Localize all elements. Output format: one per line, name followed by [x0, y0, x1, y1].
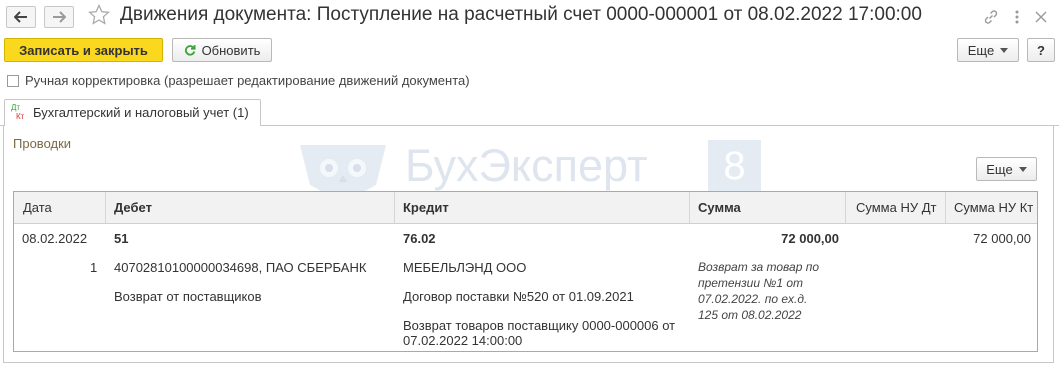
table-header: Дата Дебет Кредит Сумма Сумма НУ Дт Сумм… [14, 192, 1037, 224]
tab-accounting[interactable]: Дт Кт Бухгалтерский и налоговый учет (1) [4, 99, 261, 126]
col-separator [689, 192, 690, 223]
arrow-left-icon [14, 11, 27, 23]
manual-edit-label: Ручная корректировка (разрешает редактир… [25, 73, 470, 88]
more-vertical-icon[interactable] [1006, 6, 1028, 28]
more-button[interactable]: Еще [957, 38, 1019, 62]
row-line-number: 1 [90, 260, 98, 275]
col-separator [945, 192, 946, 223]
save-and-close-button[interactable]: Записать и закрыть [4, 38, 163, 62]
credit-subconto-3: Возврат товаров поставщику 0000-000006 о… [403, 318, 676, 333]
chevron-down-icon [1000, 47, 1009, 53]
kt-label: Кт [16, 112, 25, 121]
debit-subconto-1: 40702810100000034698, ПАО СБЕРБАНК [114, 260, 367, 275]
row-nu-kt: 72 000,00 [973, 231, 1031, 246]
row-content-line-3: 07.02.2022. по ex.д. [698, 292, 808, 306]
row-amount: 72 000,00 [781, 231, 839, 246]
row-date: 08.02.2022 [22, 231, 88, 246]
close-icon[interactable] [1030, 6, 1052, 28]
credit-subconto-2: Договор поставки №520 от 01.09.2021 [403, 289, 634, 304]
refresh-button[interactable]: Обновить [172, 38, 272, 62]
section-more-label: Еще [986, 161, 1013, 177]
col-separator [105, 192, 106, 223]
col-nu-kt[interactable]: Сумма НУ Кт [954, 200, 1033, 215]
col-separator [845, 192, 846, 223]
credit-subconto-1: МЕБЕЛЬЛЭНД ООО [403, 260, 527, 275]
window-title: Движения документа: Поступление на расче… [120, 4, 922, 25]
row-content-line-4: 125 от 08.02.2022 [698, 308, 802, 322]
col-debit[interactable]: Дебет [114, 200, 152, 215]
watermark-badge: 8 [708, 140, 761, 193]
chevron-down-icon [1018, 166, 1027, 172]
col-separator [394, 192, 395, 223]
debit-account: 51 [114, 231, 129, 246]
debit-subconto-2: Возврат от поставщиков [114, 289, 262, 304]
credit-account: 76.02 [403, 231, 436, 246]
watermark-num: 8 [723, 144, 746, 188]
col-credit[interactable]: Кредит [403, 200, 449, 215]
postings-table[interactable]: Дата Дебет Кредит Сумма Сумма НУ Дт Сумм… [13, 191, 1038, 352]
tab-label: Бухгалтерский и налоговый учет (1) [33, 105, 249, 120]
refresh-label: Обновить [201, 42, 261, 58]
help-label: ? [1037, 42, 1045, 58]
col-date[interactable]: Дата [23, 200, 52, 215]
save-and-close-label: Записать и закрыть [19, 42, 148, 58]
help-button[interactable]: ? [1027, 38, 1055, 62]
dt-label: Дт [11, 103, 21, 112]
col-nu-dt[interactable]: Сумма НУ Дт [856, 200, 936, 215]
manual-edit-checkbox[interactable] [7, 75, 19, 87]
section-label: Проводки [13, 136, 72, 151]
refresh-icon [184, 45, 196, 56]
dt-kt-icon: Дт Кт [11, 103, 31, 123]
row-content-line-2: претензии №1 от [698, 276, 804, 290]
link-icon[interactable] [980, 6, 1002, 28]
credit-subconto-3-date: 07.02.2022 14:00:00 [403, 333, 523, 348]
more-label: Еще [967, 42, 995, 58]
forward-button[interactable] [44, 6, 74, 28]
row-content-line-1: Возврат за товар по [698, 260, 820, 274]
favorite-star-icon[interactable] [88, 3, 110, 28]
back-button[interactable] [6, 6, 36, 28]
section-more-button[interactable]: Еще [976, 157, 1037, 181]
col-amount[interactable]: Сумма [698, 200, 741, 215]
arrow-right-icon [53, 11, 66, 23]
